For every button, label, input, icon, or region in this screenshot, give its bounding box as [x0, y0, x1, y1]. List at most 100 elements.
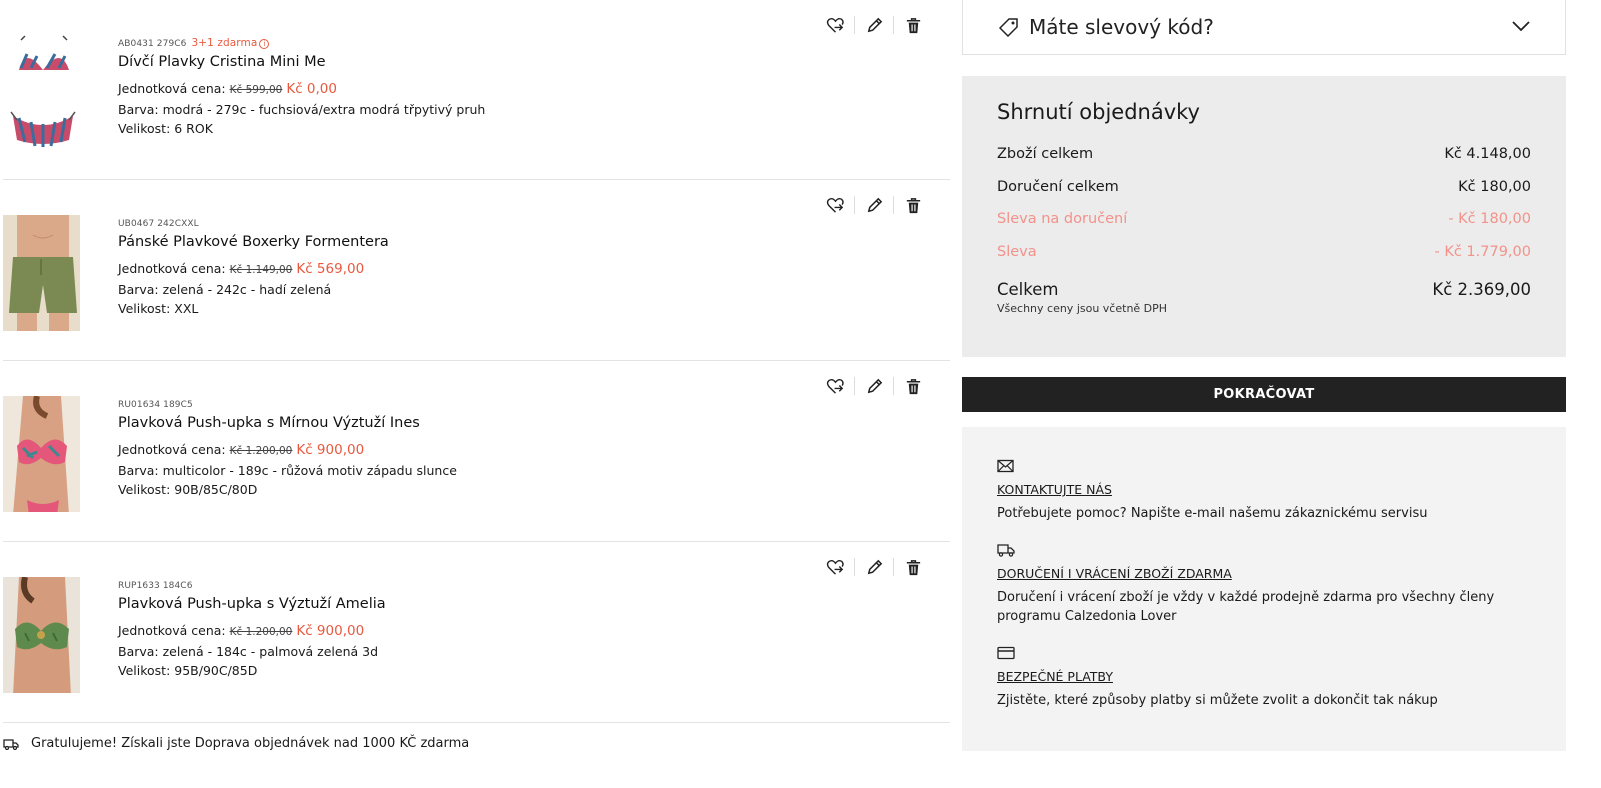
- cart-item: UB0467 242CXXL Pánské Plavkové Boxerky F…: [3, 180, 950, 361]
- old-price: Kč 1.200,00: [229, 626, 293, 638]
- trash-icon[interactable]: [898, 194, 928, 216]
- total-label: Celkem: [997, 279, 1059, 299]
- continue-button[interactable]: POKRAČOVAT: [962, 377, 1566, 412]
- unit-price-label: Jednotková cena:: [118, 261, 226, 276]
- cart-item: RU01634 189C5 Plavková Push-upka s Mírno…: [3, 361, 950, 542]
- summary-label: Doručení celkem: [997, 178, 1119, 195]
- item-actions: [820, 556, 928, 578]
- product-name[interactable]: Plavková Push-upka s Mírnou Výztuží Ines: [118, 414, 457, 432]
- edit-pencil-icon[interactable]: [859, 556, 889, 578]
- sku-code: RU01634 189C5: [118, 400, 193, 410]
- wishlist-heart-icon[interactable]: [820, 556, 850, 578]
- product-info: AB0431 279C6 3+1 zdarma i Dívčí Plavky Cr…: [118, 37, 485, 138]
- edit-pencil-icon[interactable]: [859, 375, 889, 397]
- product-color: Barva: modrá - 279c - fuchsiová/extra mo…: [118, 102, 486, 117]
- new-price: Kč 900,00: [296, 442, 365, 458]
- help-payment: BEZPEČNÉ PLATBY Zjistěte, které způsoby …: [997, 646, 1531, 710]
- product-name[interactable]: Pánské Plavkové Boxerky Formentera: [118, 233, 389, 251]
- item-actions: [820, 375, 928, 397]
- divider: [854, 196, 855, 214]
- product-name[interactable]: Dívčí Plavky Cristina Mini Me: [118, 53, 485, 71]
- free-delivery-returns-text: Doručení i vrácení zboží je vždy v každé…: [997, 590, 1495, 624]
- push-up-top-image: [3, 577, 80, 693]
- cart-item: RUP1633 184C6 Plavková Push-upka s Výztu…: [3, 542, 950, 723]
- unit-price-label: Jednotková cena:: [118, 442, 226, 457]
- product-color: Barva: zelená - 184c - palmová zelená 3d: [118, 644, 379, 659]
- edit-pencil-icon[interactable]: [859, 14, 889, 36]
- summary-label: Sleva na doručení: [997, 211, 1128, 228]
- product-size: Velikost: 6 ROK: [118, 121, 213, 136]
- vat-note: Všechny ceny jsou včetně DPH: [997, 302, 1168, 315]
- sku-code: RUP1633 184C6: [118, 581, 193, 591]
- chevron-down-icon[interactable]: [1511, 16, 1531, 36]
- help-delivery: DORUČENÍ I VRÁCENÍ ZBOŽÍ ZDARMA Doručení…: [997, 543, 1531, 626]
- summary-label: Zboží celkem: [997, 146, 1094, 163]
- discount-code-label: Máte slevový kód?: [1029, 15, 1214, 39]
- unit-price: Jednotková cena: Kč 599,00 Kč 0,00: [118, 79, 485, 100]
- cart-items-list: AB0431 279C6 3+1 zdarma i Dívčí Plavky Cr…: [0, 0, 950, 723]
- product-sku: RU01634 189C5: [118, 399, 457, 411]
- sku-code: UB0467 242CXXL: [118, 219, 199, 229]
- product-info: UB0467 242CXXL Pánské Plavkové Boxerky F…: [118, 218, 389, 318]
- promo-badge: 3+1 zdarma: [191, 37, 258, 49]
- product-sku: AB0431 279C6 3+1 zdarma i: [118, 37, 485, 50]
- divider: [854, 377, 855, 395]
- trash-icon[interactable]: [898, 14, 928, 36]
- cart-item: AB0431 279C6 3+1 zdarma i Dívčí Plavky Cr…: [3, 0, 950, 180]
- old-price: Kč 1.149,00: [229, 264, 293, 276]
- trash-icon[interactable]: [898, 556, 928, 578]
- unit-price: Jednotková cena: Kč 1.200,00 Kč 900,00: [118, 440, 457, 461]
- divider: [854, 16, 855, 34]
- secure-payments-link[interactable]: BEZPEČNÉ PLATBY: [997, 669, 1113, 684]
- product-sku: UB0467 242CXXL: [118, 218, 389, 230]
- free-shipping-text: Gratulujeme! Získali jste Doprava objedn…: [31, 736, 470, 751]
- summary-value: - Kč 180,00: [1448, 211, 1531, 228]
- summary-value: Kč 4.148,00: [1444, 146, 1531, 163]
- wishlist-heart-icon[interactable]: [820, 375, 850, 397]
- product-info: RU01634 189C5 Plavková Push-upka s Mírno…: [118, 399, 457, 499]
- wishlist-heart-icon[interactable]: [820, 14, 850, 36]
- sku-code: AB0431 279C6: [118, 39, 187, 49]
- divider: [854, 558, 855, 576]
- trash-icon[interactable]: [898, 375, 928, 397]
- bikini-image: [3, 34, 82, 153]
- product-color: Barva: zelená - 242c - hadí zelená: [118, 282, 332, 297]
- free-shipping-notice: Gratulujeme! Získali jste Doprava objedn…: [3, 736, 469, 751]
- free-delivery-returns-link[interactable]: DORUČENÍ I VRÁCENÍ ZBOŽÍ ZDARMA: [997, 566, 1232, 581]
- summary-row-goods: Zboží celkem Kč 4.148,00: [997, 138, 1531, 171]
- boxer-shorts-image: [3, 215, 80, 331]
- new-price: Kč 569,00: [296, 261, 365, 277]
- product-size: Velikost: 95B/90C/85D: [118, 663, 258, 678]
- item-actions: [820, 14, 928, 36]
- summary-row-total: Celkem Kč 2.369,00: [997, 278, 1531, 300]
- unit-price: Jednotková cena: Kč 1.200,00 Kč 900,00: [118, 621, 386, 642]
- product-sku: RUP1633 184C6: [118, 580, 386, 592]
- product-size: Velikost: XXL: [118, 301, 199, 316]
- new-price: Kč 0,00: [286, 81, 337, 97]
- summary-row-delivery-discount: Sleva na doručení - Kč 180,00: [997, 203, 1531, 236]
- new-price: Kč 900,00: [296, 623, 365, 639]
- product-thumbnail[interactable]: [3, 577, 80, 693]
- unit-price-label: Jednotková cena:: [118, 623, 226, 638]
- truck-icon: [3, 738, 19, 750]
- product-thumbnail[interactable]: [3, 34, 82, 153]
- summary-row-delivery: Doručení celkem Kč 180,00: [997, 171, 1531, 204]
- truck-icon: [997, 544, 1015, 557]
- divider: [893, 558, 894, 576]
- product-info: RUP1633 184C6 Plavková Push-upka s Výztu…: [118, 580, 386, 680]
- unit-price-label: Jednotková cena:: [118, 81, 226, 96]
- product-size: Velikost: 90B/85C/80D: [118, 482, 258, 497]
- wishlist-heart-icon[interactable]: [820, 194, 850, 216]
- info-icon[interactable]: i: [259, 39, 270, 49]
- product-color: Barva: multicolor - 189c - růžová motiv …: [118, 463, 457, 478]
- summary-label: Sleva: [997, 243, 1037, 260]
- old-price: Kč 1.200,00: [229, 445, 293, 457]
- product-thumbnail[interactable]: [3, 396, 80, 512]
- contact-us-link[interactable]: KONTAKTUJTE NÁS: [997, 482, 1112, 497]
- divider: [893, 16, 894, 34]
- summary-value: - Kč 1.779,00: [1434, 243, 1531, 260]
- edit-pencil-icon[interactable]: [859, 194, 889, 216]
- product-name[interactable]: Plavková Push-upka s Výztuží Amelia: [118, 595, 386, 613]
- discount-code-toggle[interactable]: Máte slevový kód?: [962, 0, 1566, 55]
- product-thumbnail[interactable]: [3, 215, 80, 331]
